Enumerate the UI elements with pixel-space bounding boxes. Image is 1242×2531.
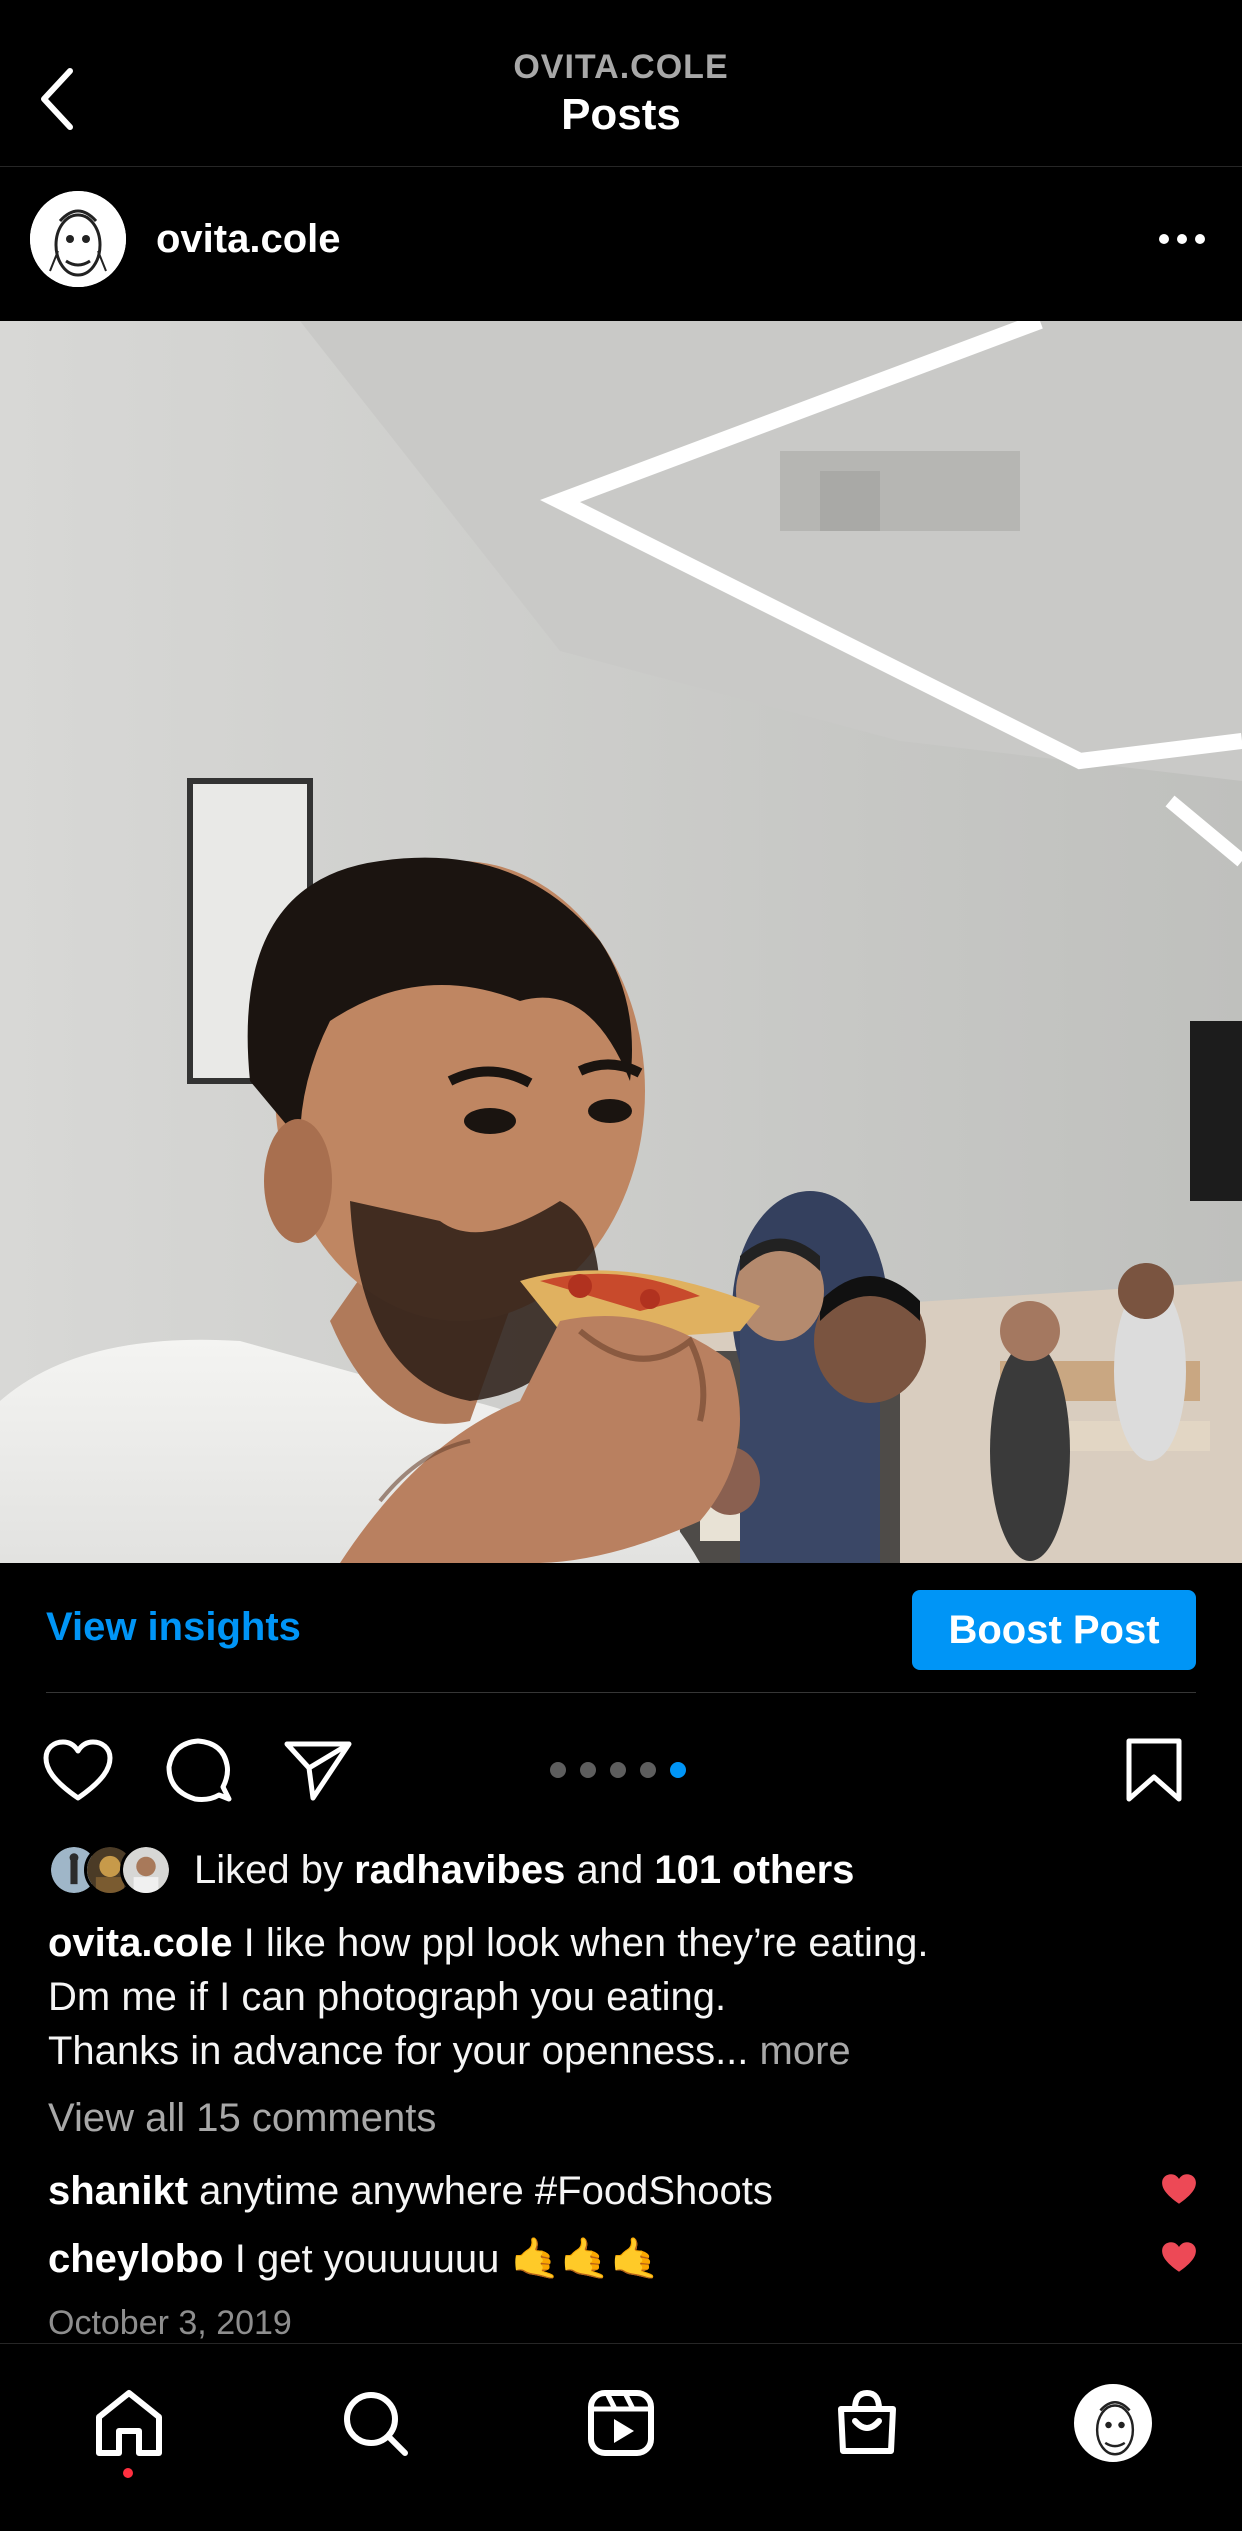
carousel-dot-active bbox=[670, 1762, 686, 1778]
nav-reels[interactable] bbox=[576, 2378, 666, 2468]
post-caption: ovita.cole I like how ppl look when they… bbox=[48, 1916, 1198, 2078]
carousel-dot bbox=[640, 1762, 656, 1778]
bottom-nav bbox=[0, 2343, 1242, 2531]
carousel-dot bbox=[580, 1762, 596, 1778]
profile-avatar[interactable] bbox=[1074, 2384, 1152, 2462]
caption-author[interactable]: ovita.cole bbox=[48, 1921, 233, 1965]
more-horizontal-icon bbox=[1159, 234, 1205, 244]
comment-icon bbox=[166, 1738, 232, 1802]
boost-post-button[interactable]: Boost Post bbox=[912, 1590, 1196, 1670]
comment-item: shanikt anytime anywhere #FoodShoots bbox=[48, 2164, 1198, 2218]
comment-user[interactable]: shanikt bbox=[48, 2169, 188, 2213]
home-icon bbox=[96, 2390, 162, 2456]
insights-bar: View insights Boost Post bbox=[46, 1563, 1196, 1693]
nav-profile[interactable] bbox=[1068, 2378, 1158, 2468]
likes-summary[interactable]: Liked by radhavibes and 101 others bbox=[48, 1842, 854, 1898]
heart-icon bbox=[43, 1739, 113, 1801]
page-title: Posts bbox=[561, 90, 681, 139]
view-insights-link[interactable]: View insights bbox=[46, 1605, 301, 1650]
post-actions bbox=[0, 1730, 1242, 1810]
caption-line-2: Dm me if I can photograph you eating. bbox=[48, 1975, 727, 2019]
header-account-name: OVITA.COLE bbox=[513, 48, 729, 86]
caption-line-3: Thanks in advance for your openness... bbox=[48, 2029, 749, 2073]
comment-heart-icon[interactable] bbox=[1160, 2172, 1198, 2206]
carousel-dot bbox=[550, 1762, 566, 1778]
caption-line-1: I like how ppl look when they’re eating. bbox=[243, 1921, 929, 1965]
comment-heart-icon[interactable] bbox=[1160, 2240, 1198, 2274]
more-options-button[interactable] bbox=[1152, 217, 1212, 261]
carousel-dot bbox=[610, 1762, 626, 1778]
instagram-post-screen: OVITA.COLE Posts ovita.cole View insight… bbox=[0, 0, 1242, 2531]
save-button[interactable] bbox=[1114, 1730, 1194, 1810]
post-photo[interactable] bbox=[0, 321, 1242, 1563]
post-header: ovita.cole bbox=[0, 167, 1242, 321]
view-all-comments-link[interactable]: View all 15 comments bbox=[48, 2096, 436, 2141]
send-icon bbox=[284, 1741, 352, 1801]
like-button[interactable] bbox=[38, 1730, 118, 1810]
comment-text: I get youuuuuu 🤙🤙🤙 bbox=[234, 2237, 660, 2281]
avatar[interactable] bbox=[30, 191, 126, 287]
comment-item: cheylobo I get youuuuuu 🤙🤙🤙 bbox=[48, 2232, 1198, 2286]
first-liker[interactable]: radhavibes bbox=[354, 1848, 565, 1892]
nav-shop[interactable] bbox=[822, 2378, 912, 2468]
liker-avatar bbox=[120, 1844, 172, 1896]
nav-home-indicator bbox=[123, 2468, 133, 2478]
post-date: October 3, 2019 bbox=[48, 2304, 292, 2342]
likes-text[interactable]: Liked by radhavibes and 101 others bbox=[194, 1848, 854, 1893]
share-button[interactable] bbox=[278, 1730, 358, 1810]
bookmark-icon bbox=[1126, 1738, 1182, 1802]
likes-prefix: Liked by bbox=[194, 1847, 343, 1892]
top-header: OVITA.COLE Posts bbox=[0, 0, 1242, 167]
carousel-indicator bbox=[550, 1762, 686, 1778]
shop-icon bbox=[838, 2389, 896, 2454]
nav-search[interactable] bbox=[330, 2378, 420, 2468]
post-username[interactable]: ovita.cole bbox=[156, 217, 341, 262]
reels-icon bbox=[588, 2390, 654, 2456]
caption-more-link[interactable]: more bbox=[760, 2029, 851, 2073]
comment-user[interactable]: cheylobo bbox=[48, 2237, 224, 2281]
comment-button[interactable] bbox=[158, 1730, 238, 1810]
search-icon bbox=[344, 2392, 408, 2456]
likes-joiner: and bbox=[576, 1847, 644, 1892]
likes-others[interactable]: 101 others bbox=[654, 1848, 854, 1892]
comment-text: anytime anywhere #FoodShoots bbox=[199, 2169, 773, 2213]
nav-home[interactable] bbox=[84, 2378, 174, 2468]
